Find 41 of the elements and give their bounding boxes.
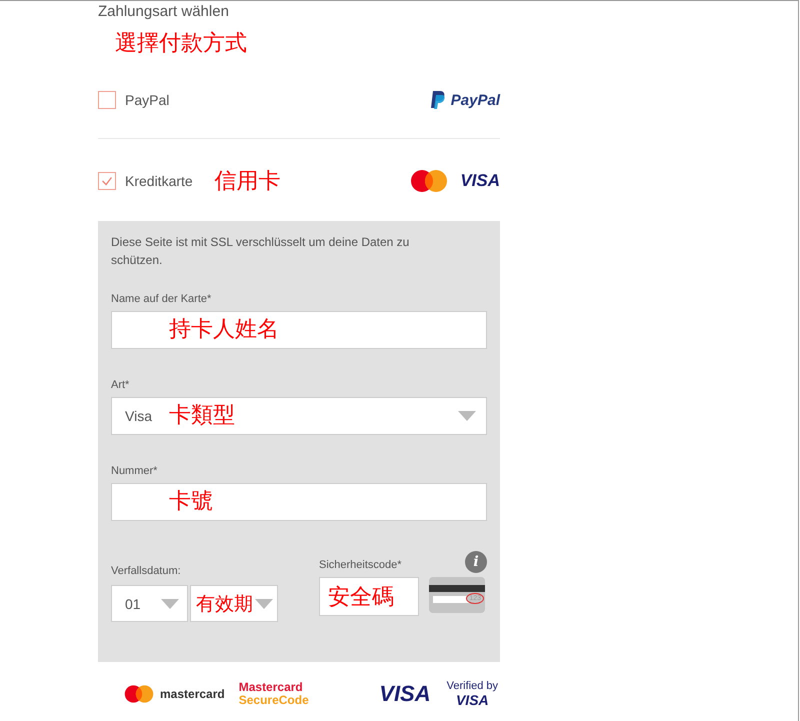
mastercard-logo-icon: [124, 684, 154, 704]
input-field[interactable]: [111, 483, 487, 521]
checkbox[interactable]: [98, 91, 116, 109]
verified-by-visa-text: Verified by: [446, 680, 498, 693]
dropdown-value: 01: [125, 596, 141, 612]
field-label: Sicherheitscode*: [319, 559, 402, 571]
dropdown-value: Visa: [125, 408, 152, 424]
annotation-text: 安全碼: [328, 584, 394, 612]
visa-logo-text: VISA: [379, 681, 431, 707]
payment-option-label[interactable]: Kreditkarte: [125, 173, 193, 189]
annotation-text: 卡號: [169, 488, 213, 516]
visa-logo-text: VISA: [460, 171, 500, 191]
section-heading: Zahlungsart wählen: [98, 3, 230, 20]
annotation-text: 持卡人姓名: [169, 316, 279, 344]
securecode-logo-text: Mastercard: [238, 681, 304, 694]
security-code-field[interactable]: 安全碼: [319, 577, 419, 616]
magnetic-stripe: [429, 585, 485, 592]
checkbox[interactable]: [98, 172, 116, 190]
annotation-text: 選擇付款方式: [115, 30, 248, 58]
mastercard-logo-icon: [410, 169, 448, 193]
field-label: Verfallsdatum:: [111, 565, 182, 577]
dropdown-arrow-icon: [255, 598, 273, 608]
field-label: Name auf der Karte*: [111, 293, 212, 305]
securecode-logo-text: SecureCode: [238, 694, 309, 707]
input-field[interactable]: [111, 311, 487, 349]
dropdown-arrow-icon: [458, 411, 476, 421]
annotation-text: 有效期: [196, 592, 253, 616]
annotation-text: 信用卡: [214, 168, 281, 196]
annotation-text: 卡類型: [169, 402, 235, 430]
field-label: Nummer*: [111, 465, 158, 477]
dropdown-arrow-icon: [161, 598, 179, 608]
verified-by-visa-text: VISA: [456, 693, 489, 708]
paypal-logo-icon: [430, 90, 447, 110]
payment-option-label[interactable]: PayPal: [125, 92, 170, 108]
paypal-logo-text: PayPal: [450, 92, 500, 108]
mastercard-logo-text: mastercard: [160, 687, 225, 701]
info-button[interactable]: i: [465, 551, 487, 573]
field-label: Art*: [111, 379, 130, 391]
year-dropdown[interactable]: 有效期: [190, 585, 278, 622]
month-dropdown[interactable]: 01: [111, 585, 188, 622]
ssl-notice: Diese Seite ist mit SSL verschlüsselt um deine Daten zu schützen.: [111, 234, 410, 269]
